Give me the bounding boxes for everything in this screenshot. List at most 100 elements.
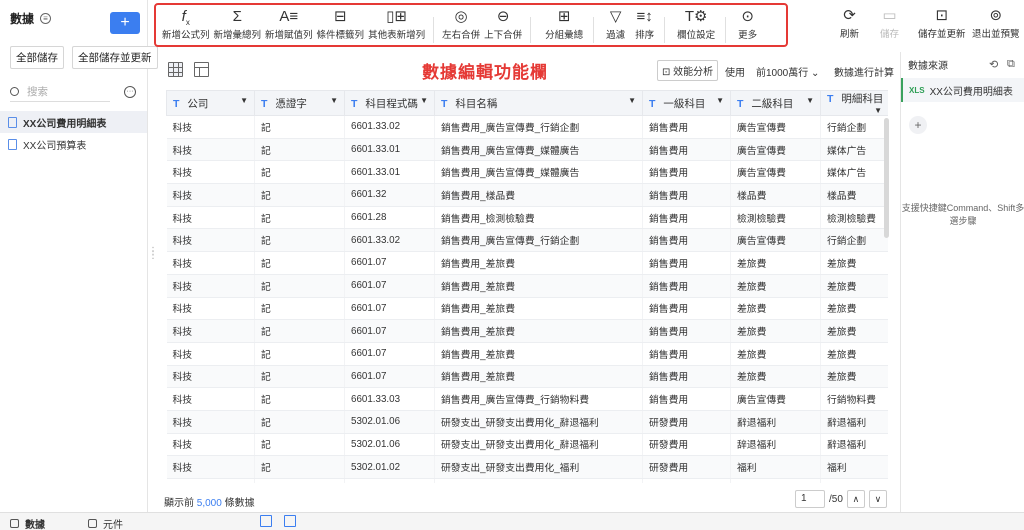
table-cell[interactable]: 樣品費 <box>730 183 821 207</box>
table-cell[interactable]: 行銷企劃 <box>820 228 888 253</box>
table-row[interactable]: 科技記 6601.07 銷售費用_差旅費 銷售費用 差旅費 差旅費 <box>166 319 888 343</box>
table-cell[interactable]: 記 <box>254 251 345 275</box>
sort-dropdown-icon[interactable]: ▼ <box>420 96 428 105</box>
merge-vertical-button[interactable]: ⊖ 上下合併 <box>484 7 522 41</box>
table-row[interactable]: 科技記 6601.07 銷售費用_差旅費 銷售費用 差旅費 差旅費 <box>166 342 888 366</box>
table-item-expense-detail[interactable]: XX公司費用明細表 <box>0 111 147 133</box>
table-cell[interactable]: 廣告宣傳費 <box>730 387 821 411</box>
exit-preview-button[interactable]: ⊚ 退出並預覽 <box>972 6 1020 40</box>
table-cell[interactable]: 銷售費用_差旅費 <box>434 297 643 321</box>
merge-horizontal-button[interactable]: ◎ 左右合併 <box>442 7 480 41</box>
table-cell[interactable]: 科技 <box>166 455 255 479</box>
table-cell[interactable]: 記 <box>254 183 345 207</box>
table-cell[interactable]: 科技 <box>166 274 255 298</box>
table-cell[interactable]: 6601.33.01 <box>344 160 435 185</box>
column-header[interactable]: T 憑證字 ▼ <box>254 90 345 116</box>
table-cell[interactable]: 差旅費 <box>820 251 888 275</box>
table-cell[interactable]: 銷售費用 <box>642 251 731 275</box>
table-cell[interactable]: 科技 <box>166 342 255 366</box>
table-cell[interactable]: 福利 <box>730 478 821 483</box>
sort-dropdown-icon[interactable]: ▼ <box>240 96 248 105</box>
table-cell[interactable]: 研發支出_研發支出費用化_福利 <box>434 455 643 479</box>
table-cell[interactable]: 銷售費用 <box>642 138 731 162</box>
column-header[interactable]: T 科目程式碼 ▼ <box>344 90 435 116</box>
table-cell[interactable]: 媒体广告 <box>820 160 888 185</box>
sort-dropdown-icon[interactable]: ▼ <box>874 106 882 115</box>
table-cell[interactable]: 銷售費用 <box>642 319 731 343</box>
table-cell[interactable]: 科技 <box>166 433 255 457</box>
table-cell[interactable]: 銷售費用_廣告宣傳費_媒體廣告 <box>434 138 643 162</box>
table-cell[interactable]: 記 <box>254 228 345 253</box>
page-up-button[interactable]: ∧ <box>846 490 865 508</box>
table-cell[interactable]: 6601.07 <box>344 274 435 298</box>
info-icon[interactable]: ≡ <box>40 12 52 24</box>
table-cell[interactable]: 科技 <box>166 387 255 411</box>
search-input[interactable]: 搜索 <box>10 82 110 102</box>
table-cell[interactable]: 差旅費 <box>820 319 888 343</box>
more-button[interactable]: ⊙ 更多 <box>738 7 757 41</box>
tab-component[interactable]: 元件 <box>88 516 123 530</box>
table-cell[interactable]: 記 <box>254 433 345 457</box>
add-assign-column-button[interactable]: A≡ 新增賦值列 <box>265 7 313 41</box>
add-summary-column-button[interactable]: Σ 新增彙總列 <box>214 7 262 41</box>
field-settings-button[interactable]: T⚙ 欄位設定 <box>677 7 715 41</box>
table-cell[interactable]: 銷售費用_廣告宣傳費_媒體廣告 <box>434 160 643 185</box>
table-cell[interactable]: 科技 <box>166 251 255 275</box>
table-cell[interactable]: 記 <box>254 319 345 343</box>
add-step-button[interactable]: + <box>909 116 927 134</box>
table-row[interactable]: 科技記 6601.07 銷售費用_差旅費 銷售費用 差旅費 差旅費 <box>166 274 888 298</box>
table-cell[interactable]: 科技 <box>166 478 255 483</box>
table-cell[interactable]: 科技 <box>166 410 255 434</box>
table-cell[interactable]: 銷售費用_差旅費 <box>434 319 643 343</box>
table-cell[interactable]: 6601.07 <box>344 365 435 389</box>
sort-dropdown-icon[interactable]: ▼ <box>806 96 814 105</box>
table-cell[interactable]: 記 <box>254 410 345 434</box>
table-cell[interactable]: 6601.00 <box>344 478 435 483</box>
table-row[interactable]: 科技記 5302.01.02 研發支出_研發支出費用化_福利 研發費用 福利 福利 <box>166 455 888 479</box>
table-cell[interactable]: 記 <box>254 115 345 139</box>
table-cell[interactable]: 6601.07 <box>344 297 435 321</box>
table-cell[interactable]: 銷售費用 <box>642 115 731 139</box>
table-cell[interactable]: 行銷企劃 <box>820 115 888 139</box>
table-item-budget[interactable]: XX公司預算表 <box>0 133 147 155</box>
table-cell[interactable]: 銷售費用_差旅費 <box>434 274 643 298</box>
add-table-button[interactable]: + <box>110 12 140 34</box>
add-report-icon[interactable] <box>284 515 296 527</box>
table-cell[interactable]: 記 <box>254 274 345 298</box>
table-cell[interactable]: 差旅費 <box>730 365 821 389</box>
save-button[interactable]: ▭ 儲存 <box>880 6 899 40</box>
save-all-button[interactable]: 全部儲存 <box>10 46 64 69</box>
data-source-item[interactable]: XLS XX公司費用明細表 <box>901 78 1024 102</box>
table-row[interactable]: 科技記 6601.33.01 銷售費用_廣告宣傳費_媒體廣告 銷售費用 廣告宣傳費 媒体广… <box>166 160 888 185</box>
table-cell[interactable]: 科技 <box>166 297 255 321</box>
table-row[interactable]: 科技記 5302.01.06 研發支出_研發支出費用化_辭退福利 研發費用 辭退福利 辭退… <box>166 410 888 434</box>
column-header[interactable]: T 公司 ▼ <box>166 90 255 116</box>
table-cell[interactable]: 研發支出_研發支出費用化_辭退福利 <box>434 410 643 434</box>
table-cell[interactable]: 辭退福利 <box>820 433 888 457</box>
sort-dropdown-icon[interactable]: ▼ <box>330 96 338 105</box>
page-down-button[interactable]: ∨ <box>868 490 887 508</box>
table-cell[interactable]: 福利 <box>730 455 821 479</box>
filter-button[interactable]: ▽ 過濾 <box>606 7 625 41</box>
table-cell[interactable]: 銷售費用 <box>642 160 731 185</box>
table-cell[interactable]: 研發支出_研發支出費用化_辭退福利 <box>434 433 643 457</box>
table-cell[interactable]: 銷售費用_差旅費 <box>434 365 643 389</box>
table-row[interactable]: 科技記 6601.28 銷售費用_檢測檢驗費 銷售費用 檢測檢驗費 檢測檢驗費 <box>166 206 888 230</box>
copy-icon[interactable]: ⧉ <box>1007 58 1015 71</box>
table-cell[interactable]: 研發費用 <box>642 410 731 434</box>
tab-data[interactable]: 數據 <box>10 516 45 530</box>
table-cell[interactable]: 銷售費用 <box>642 206 731 230</box>
rows-select[interactable]: 前1000萬行 ⌄ <box>756 64 819 79</box>
table-cell[interactable]: 差旅費 <box>730 342 821 366</box>
table-cell[interactable]: 差旅費 <box>730 274 821 298</box>
table-cell[interactable]: 5302.01.06 <box>344 410 435 434</box>
table-cell[interactable]: 銷售費用_廣告宣傳費_行銷物料費 <box>434 387 643 411</box>
table-cell[interactable]: 銷售費用 <box>642 365 731 389</box>
add-formula-column-button[interactable]: fx 新增公式列 <box>162 7 210 41</box>
condition-tag-column-button[interactable]: ⊟ 條件標籤列 <box>317 7 365 41</box>
table-cell[interactable]: 記 <box>254 138 345 162</box>
table-cell[interactable]: 差旅費 <box>820 342 888 366</box>
table-cell[interactable]: 6601.07 <box>344 251 435 275</box>
table-cell[interactable]: 銷售費用_樣品費 <box>434 183 643 207</box>
sort-dropdown-icon[interactable]: ▼ <box>716 96 724 105</box>
